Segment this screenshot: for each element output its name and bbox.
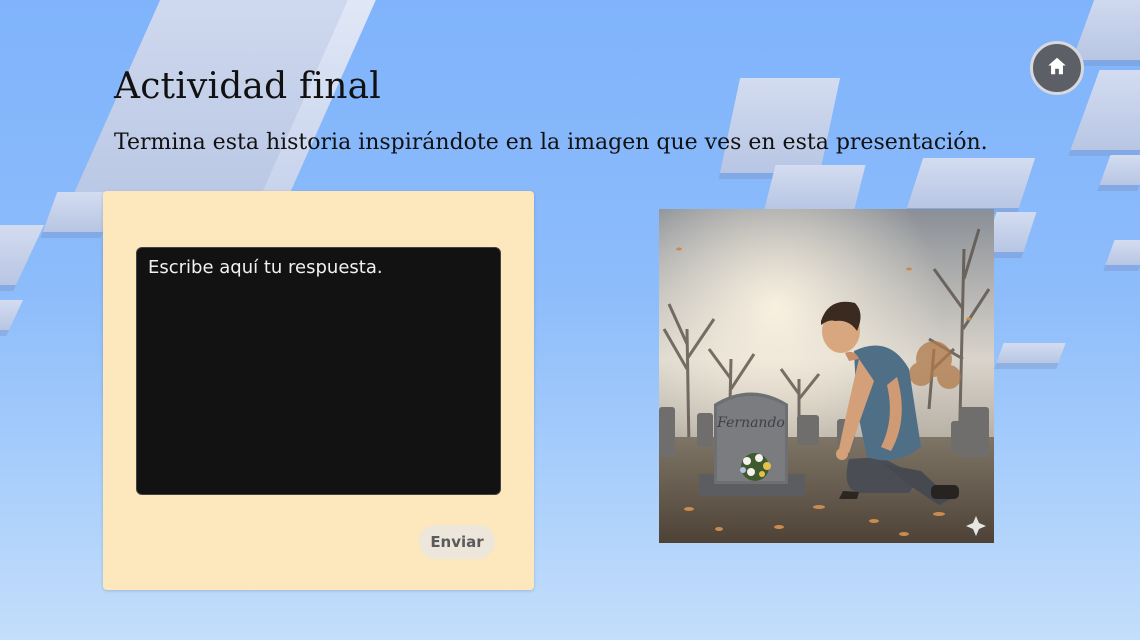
home-button[interactable]	[1030, 41, 1084, 95]
floating-slab	[1070, 70, 1140, 150]
send-button[interactable]: Enviar	[419, 525, 495, 559]
page-title: Actividad final	[114, 66, 381, 107]
page-subtitle: Termina esta historia inspirándote en la…	[114, 130, 988, 155]
floating-slab	[719, 78, 841, 173]
floating-slab	[996, 343, 1066, 363]
floating-slab	[1099, 155, 1140, 185]
floating-slab	[906, 158, 1036, 208]
answer-card: Enviar	[103, 191, 534, 590]
floating-slab	[764, 165, 866, 209]
floating-slab	[0, 300, 23, 330]
tombstone-name: Fernando	[716, 415, 785, 431]
answer-textarea[interactable]	[136, 247, 501, 495]
home-icon	[1046, 55, 1068, 82]
story-illustration: Fernando	[659, 209, 994, 543]
floating-slab	[1072, 0, 1140, 60]
floating-slab	[0, 225, 44, 285]
floating-slab	[1105, 240, 1140, 265]
